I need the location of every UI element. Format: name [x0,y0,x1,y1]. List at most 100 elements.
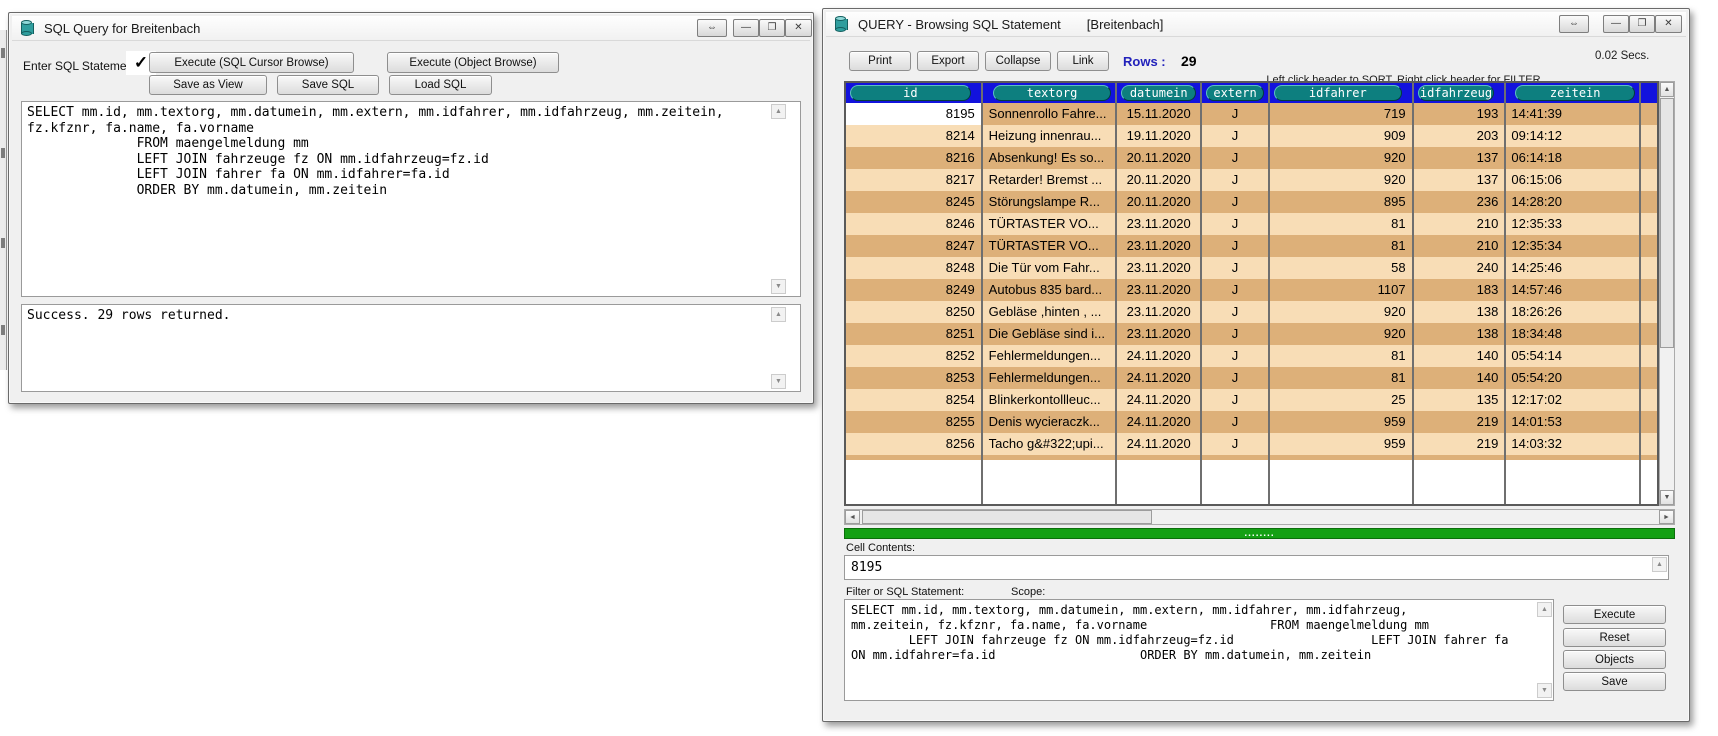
cell-datumein[interactable]: 24.11.2020 [1117,411,1202,433]
cell-idfahrzeug[interactable]: 210 [1414,213,1507,235]
cell-zeitein[interactable]: 14:01:53 [1506,411,1641,433]
cell-extern[interactable]: J [1202,345,1270,367]
cell-id[interactable]: 8248 [846,257,983,279]
column-header-idfahrer[interactable]: idfahrer [1270,83,1414,103]
table-row[interactable]: 8214Heizung innenrau...19.11.2020J909203… [846,125,1657,147]
maximize-button[interactable]: ❐ [1629,15,1655,33]
cell-idfahrzeug[interactable]: 140 [1414,367,1507,389]
cell-datumein[interactable]: 23.11.2020 [1117,279,1202,301]
cell-extern[interactable]: J [1202,169,1270,191]
cell-id[interactable]: 8252 [846,345,983,367]
vertical-scroll-thumb[interactable] [1660,98,1674,348]
cell-idfahrer[interactable]: 959 [1270,411,1414,433]
execute-button[interactable]: Execute [1563,605,1666,624]
filter-scroll-down-button[interactable]: ▼ [1537,683,1552,698]
cell-idfahrer[interactable]: 81 [1270,345,1414,367]
cell-idfahrer[interactable]: 1107 [1270,279,1414,301]
result-message-box[interactable]: Success. 29 rows returned. [21,304,801,392]
cell-id[interactable]: 8216 [846,147,983,169]
cell-datumein[interactable]: 20.11.2020 [1117,191,1202,213]
cell-zeitein[interactable]: 14:28:20 [1506,191,1641,213]
cell-extern[interactable]: J [1202,411,1270,433]
cell-id[interactable]: 8245 [846,191,983,213]
table-row[interactable]: 8245Störungslampe R...20.11.2020J8952361… [846,191,1657,213]
cell-idfahrer[interactable]: 719 [1270,103,1414,125]
cell-extern[interactable]: J [1202,433,1270,455]
cell-textorg[interactable]: Störungslampe R... [983,191,1118,213]
scroll-up-button[interactable]: ▲ [1660,82,1674,97]
cell-idfahrzeug[interactable]: 236 [1414,191,1507,213]
cell-extern[interactable]: J [1202,389,1270,411]
cell-id[interactable]: 8250 [846,301,983,323]
cell-datumein[interactable]: 24.11.2020 [1117,367,1202,389]
cell-id[interactable]: 8255 [846,411,983,433]
cell-idfahrer[interactable]: 58 [1270,257,1414,279]
minimize-button[interactable]: — [1603,15,1629,33]
cell-id[interactable]: 8251 [846,323,983,345]
cell-textorg[interactable]: Denis wycieraczk... [983,411,1118,433]
cell-textorg[interactable]: TÜRTASTER VO... [983,235,1118,257]
resize-button[interactable]: ⇔ [697,19,727,37]
cell-zeitein[interactable]: 18:34:48 [1506,323,1641,345]
cell-extern[interactable]: J [1202,147,1270,169]
cell-idfahrzeug[interactable]: 203 [1414,125,1507,147]
cell-textorg[interactable]: Absenkung! Es so... [983,147,1118,169]
table-row[interactable]: 8256Tacho g&#322;upi...24.11.2020J959219… [846,433,1657,455]
table-row[interactable]: 8217Retarder! Bremst ...20.11.2020J92013… [846,169,1657,191]
cell-id[interactable]: 8246 [846,213,983,235]
cell-idfahrer[interactable]: 920 [1270,301,1414,323]
cell-idfahrer[interactable]: 920 [1270,147,1414,169]
load-sql-button[interactable]: Load SQL [389,75,492,95]
cell-zeitein[interactable]: 14:03:32 [1506,433,1641,455]
cell-id[interactable]: 8249 [846,279,983,301]
cell-extern[interactable]: J [1202,279,1270,301]
cell-idfahrer[interactable]: 909 [1270,125,1414,147]
sql-scroll-up-button[interactable]: ▲ [771,104,786,119]
execute-object-browse-button[interactable]: Execute (Object Browse) [387,52,559,73]
maximize-button[interactable]: ❐ [759,19,785,37]
query-browse-window-titlebar[interactable]: QUERY - Browsing SQL Statement [Breitenb… [826,12,1686,37]
cell-datumein[interactable]: 24.11.2020 [1117,345,1202,367]
table-row[interactable]: 8195Sonnenrollo Fahre...15.11.2020J71919… [846,103,1657,125]
cell-id[interactable]: 8217 [846,169,983,191]
column-header-extern[interactable]: extern [1202,83,1270,103]
sql-statement-textarea[interactable]: SELECT mm.id, mm.textorg, mm.datumein, m… [21,101,801,297]
cell-idfahrer[interactable]: 959 [1270,433,1414,455]
cell-textorg[interactable]: Sonnenrollo Fahre... [983,103,1118,125]
table-row[interactable]: 8253Fehlermeldungen...24.11.2020J8114005… [846,367,1657,389]
cell-extern[interactable]: J [1202,213,1270,235]
scroll-down-button[interactable]: ▼ [1660,490,1674,505]
cell-datumein[interactable]: 20.11.2020 [1117,169,1202,191]
cell-idfahrer[interactable]: 81 [1270,235,1414,257]
cell-idfahrer[interactable]: 25 [1270,389,1414,411]
cell-extern[interactable]: J [1202,125,1270,147]
cell-zeitein[interactable]: 14:41:39 [1506,103,1641,125]
scroll-left-button[interactable]: ◄ [845,510,860,524]
cell-idfahrzeug[interactable]: 138 [1414,301,1507,323]
cell-id[interactable]: 8247 [846,235,983,257]
cell-zeitein[interactable]: 14:57:46 [1506,279,1641,301]
cell-id[interactable]: 8254 [846,389,983,411]
message-scroll-down-button[interactable]: ▼ [771,374,786,389]
table-row[interactable]: 8254Blinkerkontollleuc...24.11.2020J2513… [846,389,1657,411]
table-vertical-scrollbar[interactable]: ▲ ▼ [1659,81,1675,506]
table-row[interactable]: 8252Fehlermeldungen...24.11.2020J8114005… [846,345,1657,367]
column-header-idfahrzeug[interactable]: idfahrzeug [1414,83,1507,103]
cell-idfahrzeug[interactable]: 240 [1414,257,1507,279]
column-header-datumein[interactable]: datumein [1117,83,1202,103]
cell-textorg[interactable]: Gebläse ,hinten , ... [983,301,1118,323]
cell-extern[interactable]: J [1202,235,1270,257]
export-button[interactable]: Export [917,51,979,71]
cell-extern[interactable]: J [1202,103,1270,125]
cell-zeitein[interactable]: 06:14:18 [1506,147,1641,169]
cell-id[interactable]: 8214 [846,125,983,147]
cell-idfahrzeug[interactable]: 137 [1414,169,1507,191]
scroll-right-button[interactable]: ► [1659,510,1674,524]
close-button[interactable]: ✕ [1655,15,1682,33]
horizontal-scroll-thumb[interactable] [862,510,1152,524]
cell-zeitein[interactable]: 05:54:14 [1506,345,1641,367]
table-row[interactable]: 8255Denis wycieraczk...24.11.2020J959219… [846,411,1657,433]
cell-textorg[interactable]: Die Tür vom Fahr... [983,257,1118,279]
objects-button[interactable]: Objects [1563,650,1666,669]
table-row[interactable]: 8216Absenkung! Es so...20.11.2020J920137… [846,147,1657,169]
